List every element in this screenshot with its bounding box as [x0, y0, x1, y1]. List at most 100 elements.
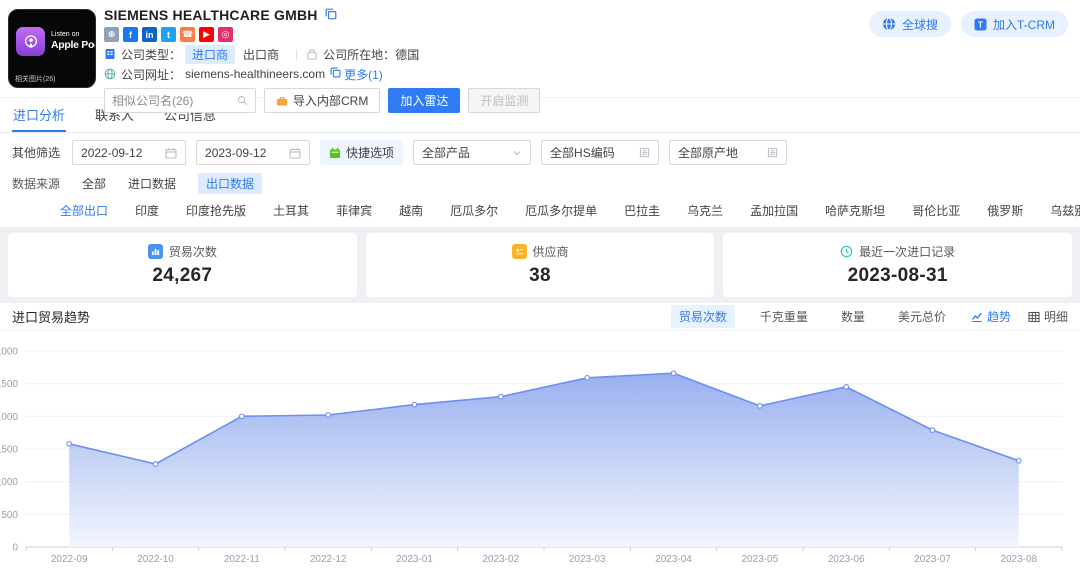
data-point[interactable] [758, 404, 763, 409]
other-filter-label: 其他筛选 [12, 144, 60, 161]
x-axis-tick-label: 2023-08 [1000, 554, 1037, 565]
data-source-label: 数据来源 [12, 175, 60, 192]
x-axis-tick-label: 2023-05 [741, 554, 778, 565]
instagram-icon[interactable]: ◎ [218, 27, 233, 42]
calendar-icon [329, 147, 341, 159]
all-products-select[interactable]: 全部产品 [413, 140, 531, 165]
more-link[interactable]: 更多(1) [344, 66, 383, 83]
country-filter[interactable]: 全部出口 [60, 202, 108, 219]
metric-quantity[interactable]: 数量 [833, 305, 873, 328]
data-point[interactable] [1017, 459, 1022, 464]
company-header: Listen on Apple Podcasts 相关图片(26) SIEMEN… [0, 0, 1080, 97]
country-filter[interactable]: 巴拉圭 [624, 202, 660, 219]
company-name: SIEMENS HEALTHCARE GMBH [104, 7, 318, 23]
country-filter[interactable]: 哥伦比亚 [912, 202, 960, 219]
y-axis-tick-label: 3,000 [0, 347, 18, 358]
metric-kg-weight[interactable]: 千克重量 [752, 305, 816, 328]
join-tcrm-button[interactable]: T 加入T-CRM [961, 11, 1068, 37]
filter-bar: 其他筛选 2022-09-12 2023-09-12 快捷选项 全部产品 [0, 133, 1080, 170]
x-axis-tick-label: 2023-04 [655, 554, 692, 565]
bar-chart-icon [148, 244, 163, 259]
y-axis-tick-label: 1,000 [0, 477, 18, 488]
line-chart-icon [971, 311, 983, 323]
data-point[interactable] [153, 462, 158, 467]
data-point[interactable] [326, 413, 331, 418]
country-filter[interactable]: 菲律宾 [336, 202, 372, 219]
youtube-icon[interactable]: ▶ [199, 27, 214, 42]
metric-usd-total[interactable]: 美元总价 [890, 305, 954, 328]
data-point[interactable] [671, 371, 676, 376]
source-import-data[interactable]: 进口数据 [128, 175, 176, 192]
phone-icon[interactable]: ☎ [180, 27, 195, 42]
calendar-icon [289, 147, 301, 159]
data-point[interactable] [585, 376, 590, 381]
view-detail-button[interactable]: 明细 [1028, 308, 1068, 325]
view-trend-label: 趋势 [987, 308, 1011, 325]
data-point[interactable] [412, 402, 417, 407]
origin-select[interactable]: 全部原产地 [669, 140, 787, 165]
country-filter[interactable]: 俄罗斯 [987, 202, 1023, 219]
stat-value: 2023-08-31 [848, 265, 948, 287]
country-filter[interactable]: 印度 [135, 202, 159, 219]
trend-chart-svg: 05001,0001,5002,0002,5003,0002022-092022… [0, 331, 1080, 566]
facebook-icon[interactable]: f [123, 27, 138, 42]
start-date-value: 2022-09-12 [81, 146, 142, 160]
briefcase-icon [276, 95, 288, 107]
start-monitor-button[interactable]: 开启监测 [468, 88, 540, 113]
country-filter[interactable]: 土耳其 [273, 202, 309, 219]
website-icon[interactable]: ⊕ [104, 27, 119, 42]
tab-import-analysis[interactable]: 进口分析 [12, 98, 66, 132]
import-crm-button[interactable]: 导入内部CRM [264, 88, 380, 113]
data-point[interactable] [930, 428, 935, 433]
country-filter[interactable]: 孟加拉国 [750, 202, 798, 219]
company-website-link[interactable]: siemens-healthineers.com [185, 67, 325, 81]
svg-text:T: T [978, 20, 983, 29]
source-all[interactable]: 全部 [82, 175, 106, 192]
source-export-data[interactable]: 出口数据 [198, 173, 262, 194]
quick-options-button[interactable]: 快捷选项 [320, 140, 403, 165]
data-point[interactable] [67, 442, 72, 447]
stat-label: 最近一次进口记录 [859, 243, 955, 260]
globe-icon [882, 17, 896, 31]
company-logo[interactable]: Listen on Apple Podcasts 相关图片(26) [8, 9, 96, 88]
logo-caption: 相关图片(26) [15, 74, 55, 84]
importer-chip[interactable]: 进口商 [185, 45, 235, 64]
apple-podcasts-icon [16, 27, 45, 56]
view-detail-label: 明细 [1044, 308, 1068, 325]
trend-chart[interactable]: 05001,0001,5002,0002,5003,0002022-092022… [0, 331, 1080, 566]
search-icon [237, 95, 248, 106]
calendar-icon [165, 147, 177, 159]
end-date-input[interactable]: 2023-09-12 [196, 140, 310, 165]
stat-value: 38 [529, 265, 551, 287]
country-filter[interactable]: 厄瓜多尔 [450, 202, 498, 219]
similar-company-input-value: 相似公司名(26) [112, 92, 193, 109]
hs-code-select[interactable]: 全部HS编码 [541, 140, 659, 165]
view-trend-button[interactable]: 趋势 [971, 308, 1011, 325]
stat-label: 贸易次数 [169, 243, 217, 260]
x-axis-tick-label: 2023-03 [569, 554, 606, 565]
copy-icon[interactable] [325, 8, 337, 23]
country-filter[interactable]: 哈萨克斯坦 [825, 202, 885, 219]
country-filter[interactable]: 厄瓜多尔提单 [525, 202, 597, 219]
x-axis-tick-label: 2022-11 [224, 554, 260, 565]
country-filter[interactable]: 乌克兰 [687, 202, 723, 219]
data-point[interactable] [499, 394, 504, 399]
exporter-option[interactable]: 出口商 [243, 46, 279, 63]
similar-company-input[interactable]: 相似公司名(26) [104, 88, 256, 113]
linkedin-icon[interactable]: in [142, 27, 157, 42]
import-crm-label: 导入内部CRM [293, 92, 368, 109]
country-filter[interactable]: 越南 [399, 202, 423, 219]
data-point[interactable] [240, 414, 245, 419]
twitter-icon[interactable]: t [161, 27, 176, 42]
data-source-bar: 数据来源 全部 进口数据 出口数据 [0, 170, 1080, 199]
x-axis-tick-label: 2022-10 [137, 554, 174, 565]
country-filter[interactable]: 印度抢先版 [186, 202, 246, 219]
start-date-input[interactable]: 2022-09-12 [72, 140, 186, 165]
data-point[interactable] [844, 385, 849, 390]
supplier-card-icon [512, 244, 527, 259]
join-radar-button[interactable]: 加入雷达 [388, 88, 460, 113]
metric-trade-count[interactable]: 贸易次数 [671, 305, 735, 328]
country-filter[interactable]: 乌兹别克斯坦 [1050, 202, 1080, 219]
global-search-button[interactable]: 全球搜 [869, 11, 951, 37]
copy-icon[interactable] [330, 67, 341, 81]
